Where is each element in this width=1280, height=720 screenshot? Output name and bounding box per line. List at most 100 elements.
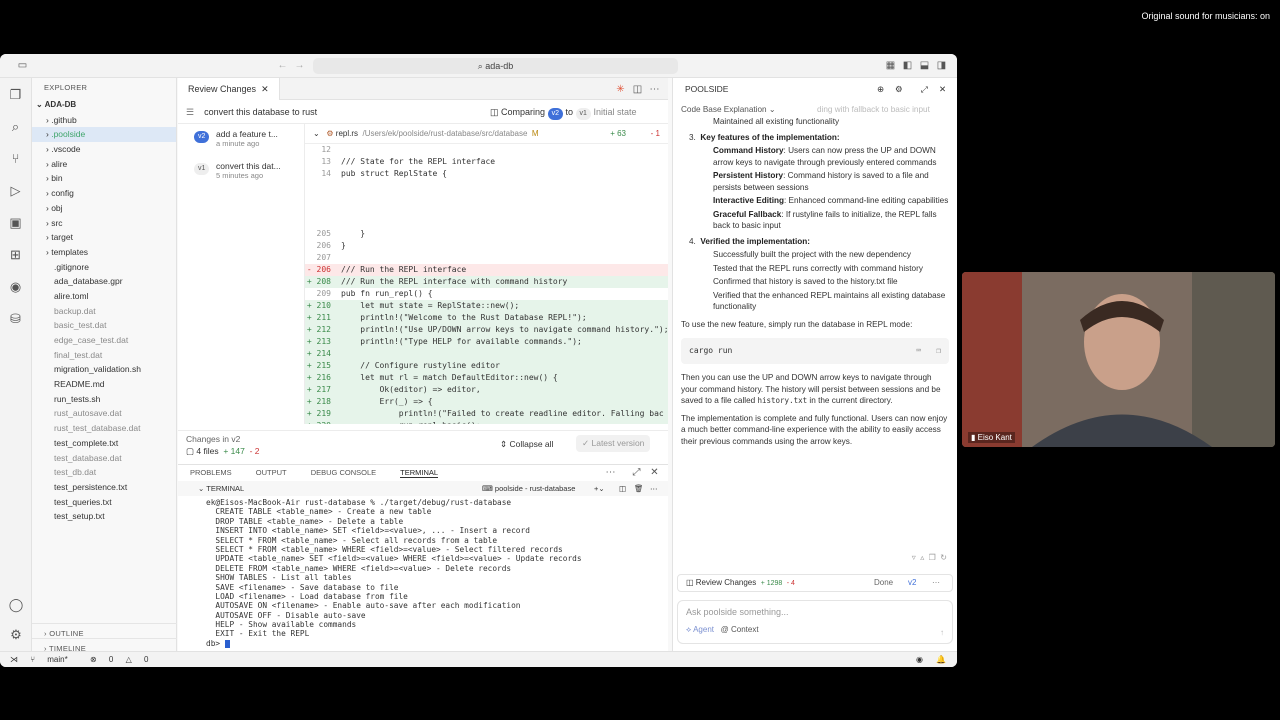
diff-line[interactable]: + 219 println!("Failed to create readlin… xyxy=(305,408,668,420)
diff-line[interactable]: + 217 Ok(editor) => editor, xyxy=(305,384,668,396)
diff-line[interactable]: + 213 println!("Type HELP for available … xyxy=(305,336,668,348)
tree-file[interactable]: alire.toml xyxy=(32,289,176,304)
list-icon[interactable]: ☰ xyxy=(186,107,194,117)
trash-icon[interactable]: 🗑 xyxy=(634,481,644,496)
tree-file[interactable]: test_database.dat xyxy=(32,451,176,466)
diff-line[interactable]: 209 pub fn run_repl() { xyxy=(305,288,668,300)
poolside-icon[interactable]: ◉ xyxy=(7,278,25,296)
tree-folder[interactable]: › .vscode xyxy=(32,142,176,157)
tree-file[interactable]: test_setup.txt xyxy=(32,509,176,524)
latest-version-button[interactable]: ✓ Latest version xyxy=(576,435,651,452)
sidebar-toggle-icon[interactable]: ▭ xyxy=(16,59,29,72)
terminal-session[interactable]: ⌨ poolside - rust-database xyxy=(482,481,575,496)
account-icon[interactable]: ◯ xyxy=(7,596,25,614)
toggle-panel-icon[interactable]: ⬓ xyxy=(918,59,931,72)
diff-line[interactable]: + 210 let mut state = ReplState::new(); xyxy=(305,300,668,312)
split-terminal-icon[interactable]: ◫ xyxy=(619,481,626,496)
tree-folder[interactable]: › src xyxy=(32,216,176,231)
thumbs-down-icon[interactable]: ▿ xyxy=(912,553,916,562)
remote-icon[interactable]: ▣ xyxy=(7,214,25,232)
tree-file[interactable]: test_queries.txt xyxy=(32,495,176,510)
diff-line[interactable]: + 216 let mut rl = match DefaultEditor::… xyxy=(305,372,668,384)
tab-problems[interactable]: PROBLEMS xyxy=(190,468,232,477)
diff-line[interactable]: 205 } xyxy=(305,228,668,240)
context-button[interactable]: @ Context xyxy=(721,625,759,634)
tree-file[interactable]: edge_case_test.dat xyxy=(32,333,176,348)
copy-icon[interactable]: ❐ xyxy=(936,338,941,364)
tree-file[interactable]: ada_database.gpr xyxy=(32,274,176,289)
diff-line[interactable]: 14 pub struct ReplState { xyxy=(305,168,668,180)
poolside-action-icon[interactable]: ✳ xyxy=(614,83,627,96)
tree-file[interactable]: backup.dat xyxy=(32,304,176,319)
review-changes-bar[interactable]: ◫ Review Changes + 1298 - 4 Done v2 ⋯ xyxy=(677,574,953,592)
tab-review-changes[interactable]: Review Changes ✕ xyxy=(178,78,280,100)
run-debug-icon[interactable]: ▷ xyxy=(7,182,25,200)
diff-file-header[interactable]: ⌄ ⚙ repl.rs /Users/ek/poolside/rust-data… xyxy=(305,124,668,144)
database-icon[interactable]: ⛁ xyxy=(7,310,25,328)
collapse-all-button[interactable]: ⇕ Collapse all xyxy=(500,439,553,450)
diff-line[interactable]: - 206 /// Run the REPL interface xyxy=(305,264,668,276)
tree-folder[interactable]: › obj xyxy=(32,201,176,216)
version-item[interactable]: v1 convert this dat... 5 minutes ago xyxy=(178,156,303,188)
version-item[interactable]: v2 add a feature t... a minute ago xyxy=(178,124,303,156)
diff-line[interactable]: + 220 run_repl_basic(); xyxy=(305,420,668,424)
search-icon[interactable]: ⌕ xyxy=(7,118,25,136)
more-icon[interactable]: ⋯ xyxy=(932,575,940,591)
settings-gear-icon[interactable]: ⚙ xyxy=(7,626,25,644)
tree-file[interactable]: migration_validation.sh xyxy=(32,362,176,377)
tab-terminal[interactable]: TERMINAL xyxy=(400,468,439,478)
diff-line[interactable] xyxy=(305,204,668,216)
extensions-icon[interactable]: ⊞ xyxy=(7,246,25,264)
diff-line[interactable]: 13 /// State for the REPL interface xyxy=(305,156,668,168)
tree-file[interactable]: basic_test.dat xyxy=(32,318,176,333)
expand-icon[interactable]: ⤢ xyxy=(921,78,928,100)
diff-line[interactable]: + 208 /// Run the REPL interface with com… xyxy=(305,276,668,288)
more-icon[interactable]: ⋯ xyxy=(604,466,617,479)
diff-line[interactable] xyxy=(305,216,668,228)
maximize-panel-icon[interactable]: ⤢ xyxy=(630,466,643,479)
tab-debug-console[interactable]: DEBUG CONSOLE xyxy=(311,468,376,477)
split-editor-icon[interactable]: ◫ xyxy=(631,83,644,96)
version-badge-v2[interactable]: v2 xyxy=(547,108,563,120)
tree-file[interactable]: test_db.dat xyxy=(32,465,176,480)
send-icon[interactable]: ↑ xyxy=(940,628,944,637)
tree-file[interactable]: final_test.dat xyxy=(32,348,176,363)
insert-terminal-icon[interactable]: ⌨ xyxy=(916,338,921,364)
retry-icon[interactable]: ↻ xyxy=(940,553,947,562)
diff-line[interactable]: + 212 println!("Use UP/DOWN arrow keys t… xyxy=(305,324,668,336)
add-terminal-icon[interactable]: +⌄ xyxy=(594,481,605,496)
forward-arrow-icon[interactable]: → xyxy=(293,59,306,72)
diff-line[interactable]: + 218 Err(_) => { xyxy=(305,396,668,408)
diff-line[interactable]: 12 xyxy=(305,144,668,156)
more-icon[interactable]: ⋯ xyxy=(650,481,658,496)
diff-line[interactable] xyxy=(305,180,668,192)
diff-line[interactable] xyxy=(305,192,668,204)
tree-folder[interactable]: › templates xyxy=(32,245,176,260)
branch-status[interactable]: ⑂ main* xyxy=(30,655,77,664)
ask-input[interactable]: Ask poolside something... ⟡ Agent @ Cont… xyxy=(677,600,953,644)
problems-status[interactable]: ⊗ 0 △ 0 xyxy=(90,655,158,664)
notifications-bell-icon[interactable]: 🔔 xyxy=(936,652,946,667)
back-arrow-icon[interactable]: ← xyxy=(276,59,289,72)
tree-file[interactable]: rust_autosave.dat xyxy=(32,406,176,421)
tree-file[interactable]: rust_test_database.dat xyxy=(32,421,176,436)
tree-file[interactable]: .gitignore xyxy=(32,260,176,275)
tree-folder[interactable]: › alire xyxy=(32,157,176,172)
agent-toggle[interactable]: ⟡ Agent xyxy=(686,625,714,634)
version-badge-v1[interactable]: v1 xyxy=(575,108,591,120)
close-icon[interactable]: ✕ xyxy=(261,84,269,94)
remote-icon[interactable]: ⋊ xyxy=(10,655,18,664)
done-button[interactable]: Done xyxy=(874,575,893,591)
tree-file[interactable]: test_persistence.txt xyxy=(32,480,176,495)
explorer-icon[interactable]: ❐ xyxy=(7,86,25,104)
thumbs-up-icon[interactable]: ▵ xyxy=(920,553,924,562)
tree-folder[interactable]: › .poolside xyxy=(32,127,176,143)
layout-icon[interactable]: ▦ xyxy=(884,59,897,72)
toggle-sidebar-icon[interactable]: ◧ xyxy=(901,59,914,72)
poolside-status-icon[interactable]: ◉ xyxy=(916,652,923,667)
tree-file[interactable]: test_complete.txt xyxy=(32,436,176,451)
tree-folder[interactable]: › target xyxy=(32,230,176,245)
close-icon[interactable]: ✕ xyxy=(939,78,946,100)
settings-gear-icon[interactable]: ⚙ xyxy=(895,78,903,100)
tab-output[interactable]: OUTPUT xyxy=(256,468,287,477)
